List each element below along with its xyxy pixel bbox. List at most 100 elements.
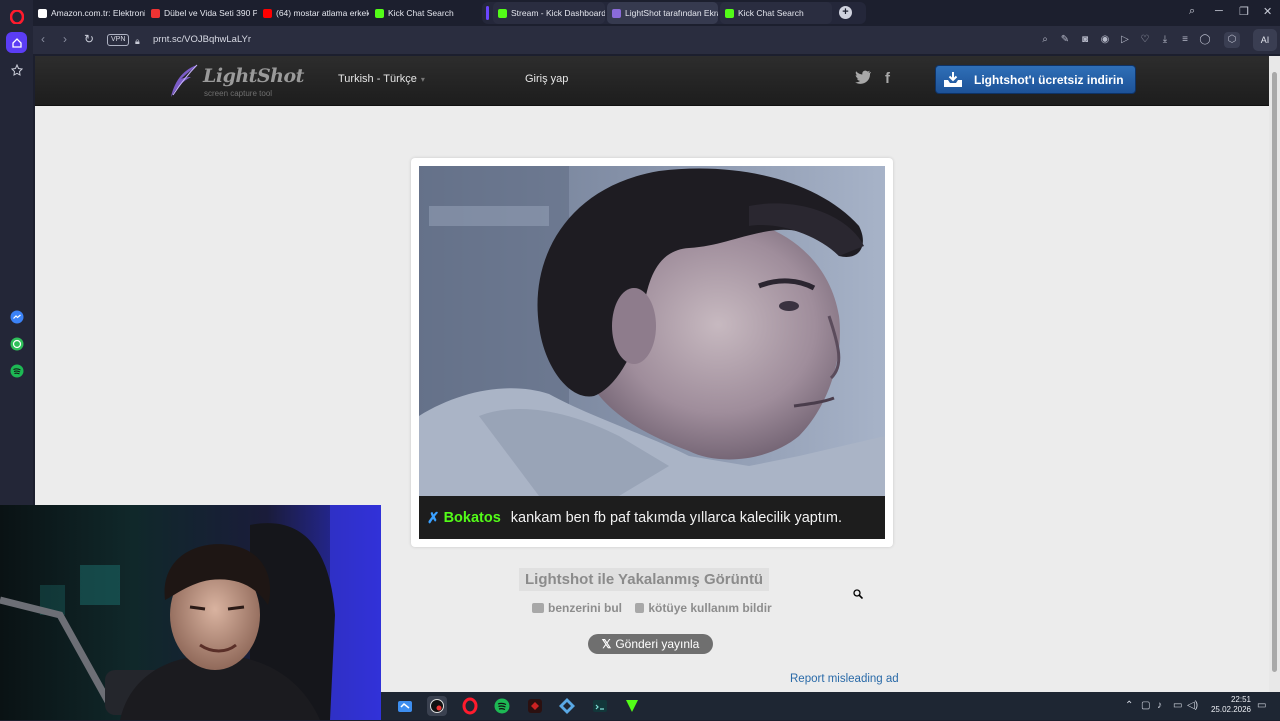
messenger-icon[interactable]: [6, 306, 27, 327]
chat-message: kankam ben fb paf takımda yıllarca kalec…: [510, 509, 843, 526]
kick-taskbar-icon[interactable]: [622, 696, 642, 716]
tab-kick-chat-search-2[interactable]: Kick Chat Search: [720, 2, 832, 24]
tab-kick-dashboard[interactable]: Stream - Kick Dashboard: [493, 2, 605, 24]
report-ad-link[interactable]: Report misleading ad: [790, 673, 899, 685]
tab-search-icon[interactable]: ⌕: [1189, 5, 1195, 18]
lock-icon[interactable]: 🔒︎: [135, 35, 140, 47]
language-label: Turkish - Türkçe: [338, 73, 417, 85]
tab-dubel[interactable]: Dübel ve Vida Seti 390 Pa: [146, 2, 257, 24]
find-similar-label: benzerini bul: [548, 601, 623, 615]
game-app-icon[interactable]: [525, 696, 545, 716]
tab-title: Amazon.com.tr: Elektronik: [51, 8, 145, 18]
zoom-cursor-icon: [853, 589, 863, 599]
notification-icon[interactable]: ▭: [1257, 700, 1266, 711]
page-scrollbar[interactable]: [1269, 56, 1280, 692]
kick-icon: [375, 8, 384, 18]
screenshot-image[interactable]: ✗ Bokatos kankam ben fb paf takımda yıll…: [419, 166, 885, 539]
tab-strip: Amazon.com.tr: Elektronik Dübel ve Vida …: [33, 0, 1280, 26]
sword-icon: ✗: [427, 509, 440, 527]
play-icon[interactable]: ▷: [1119, 34, 1131, 46]
amazon-icon: [38, 8, 47, 18]
bookmarks-icon[interactable]: [6, 59, 27, 80]
tweet-button-label: Gönderi yayınla: [615, 637, 700, 651]
clipboard-icon: [635, 603, 645, 613]
edit-icon[interactable]: ✎: [1059, 34, 1071, 46]
tab-title: Dübel ve Vida Seti 390 Pa: [164, 8, 257, 18]
login-link[interactable]: Giriş yap: [525, 73, 568, 85]
back-icon[interactable]: ‹: [41, 33, 45, 45]
tab-title: Kick Chat Search: [388, 8, 454, 18]
extensions-icon[interactable]: ⬡: [1224, 32, 1240, 48]
whatsapp-icon[interactable]: [6, 333, 27, 354]
download-icon[interactable]: ⤓: [1159, 34, 1171, 46]
spotify-taskbar-icon[interactable]: [492, 696, 512, 716]
kick-icon: [725, 8, 734, 18]
tab-title: (64) mostar atlama erkek: [276, 8, 369, 18]
opera-logo-icon[interactable]: [6, 6, 27, 27]
menu-icon[interactable]: ≡: [1179, 34, 1191, 46]
reload-icon[interactable]: ↻: [84, 33, 94, 45]
tweet-button[interactable]: 𝕏 Gönderi yayınla: [588, 634, 713, 654]
lightshot-logo[interactable]: LightShot screen capture tool: [167, 62, 307, 100]
download-lightshot-button[interactable]: Lightshot'ı ücretsiz indirin: [935, 65, 1136, 94]
clock-date: 25.02.2026: [1210, 705, 1251, 714]
youtube-icon: [263, 8, 272, 18]
terminal-app-icon[interactable]: [590, 696, 610, 716]
tab-lightshot[interactable]: LightShot tarafından Ekran: [607, 2, 718, 24]
x-logo-icon: 𝕏: [601, 637, 612, 651]
find-similar-link[interactable]: benzerini bul: [532, 601, 622, 615]
network-icon[interactable]: ▭: [1173, 700, 1182, 711]
report-abuse-label: kötüye kullanım bildir: [648, 601, 772, 615]
feather-icon: [171, 64, 198, 97]
tab-kick-chat-search[interactable]: Kick Chat Search: [370, 2, 481, 24]
clock-time: 22:51: [1230, 695, 1251, 704]
microphone-icon[interactable]: ♪: [1157, 700, 1162, 711]
tray-app-icon[interactable]: ▢: [1141, 700, 1150, 711]
tab-youtube[interactable]: (64) mostar atlama erkek: [258, 2, 369, 24]
caption-title: Lightshot ile Yakalanmış Görüntü: [519, 568, 770, 591]
download-tray-icon: [944, 71, 962, 87]
profile-icon[interactable]: ◯: [1199, 34, 1211, 46]
kick-icon: [498, 8, 507, 18]
chat-subtitle: ✗ Bokatos kankam ben fb paf takımda yıll…: [419, 496, 885, 539]
address-bar: ‹ › ↻ VPN 🔒︎ prnt.sc/VOJBqhwLaLYr ⌕ ✎ ◙ …: [33, 26, 1280, 54]
tab-title: Kick Chat Search: [738, 8, 804, 18]
tab-title: LightShot tarafından Ekran: [625, 8, 718, 18]
spotify-icon[interactable]: [6, 360, 27, 381]
minimize-icon[interactable]: ─: [1215, 5, 1223, 17]
caption-links: benzerini bul kötüye kullanım bildir: [532, 601, 772, 615]
adblock-icon[interactable]: ◉: [1099, 34, 1111, 46]
tab-group-marker: [486, 6, 489, 20]
url-field[interactable]: prnt.sc/VOJBqhwLaLYr: [153, 34, 251, 45]
twitter-icon[interactable]: [855, 70, 872, 88]
opera-taskbar-icon[interactable]: [460, 696, 480, 716]
man-portrait-image: [419, 166, 885, 496]
logo-wordmark: LightShot: [203, 65, 304, 87]
close-icon[interactable]: ✕: [1263, 5, 1272, 18]
zoom-icon[interactable]: ⌕: [1039, 34, 1051, 46]
network-app-icon[interactable]: [557, 696, 577, 716]
facebook-icon[interactable]: f: [885, 70, 890, 87]
ai-button[interactable]: AI: [1253, 29, 1277, 51]
chat-username: Bokatos: [443, 509, 501, 526]
vpn-badge[interactable]: VPN: [107, 34, 130, 46]
webcam-overlay: [0, 505, 381, 720]
language-select[interactable]: Turkish - Türkçe ▾: [338, 73, 425, 85]
report-abuse-link[interactable]: kötüye kullanım bildir: [635, 601, 772, 615]
tray-overflow-icon[interactable]: ⌃: [1125, 700, 1133, 711]
forward-icon[interactable]: ›: [63, 33, 67, 45]
home-icon[interactable]: [6, 32, 27, 53]
cloud-app-icon[interactable]: [395, 696, 415, 716]
lightshot-icon: [612, 8, 621, 18]
new-tab-button[interactable]: +: [839, 6, 852, 19]
tab-amazon[interactable]: Amazon.com.tr: Elektronik: [33, 2, 145, 24]
maximize-icon[interactable]: ❐: [1239, 5, 1249, 18]
obs-icon[interactable]: [427, 696, 447, 716]
heart-icon[interactable]: ♡: [1139, 34, 1151, 46]
chevron-down-icon: ▾: [420, 75, 425, 84]
scroll-thumb[interactable]: [1272, 72, 1277, 672]
volume-icon[interactable]: ◁): [1187, 700, 1198, 711]
download-button-label: Lightshot'ı ücretsiz indirin: [974, 72, 1124, 87]
camera-icon[interactable]: ◙: [1079, 34, 1091, 46]
system-clock[interactable]: 22:51 25.02.2026: [1199, 695, 1251, 715]
